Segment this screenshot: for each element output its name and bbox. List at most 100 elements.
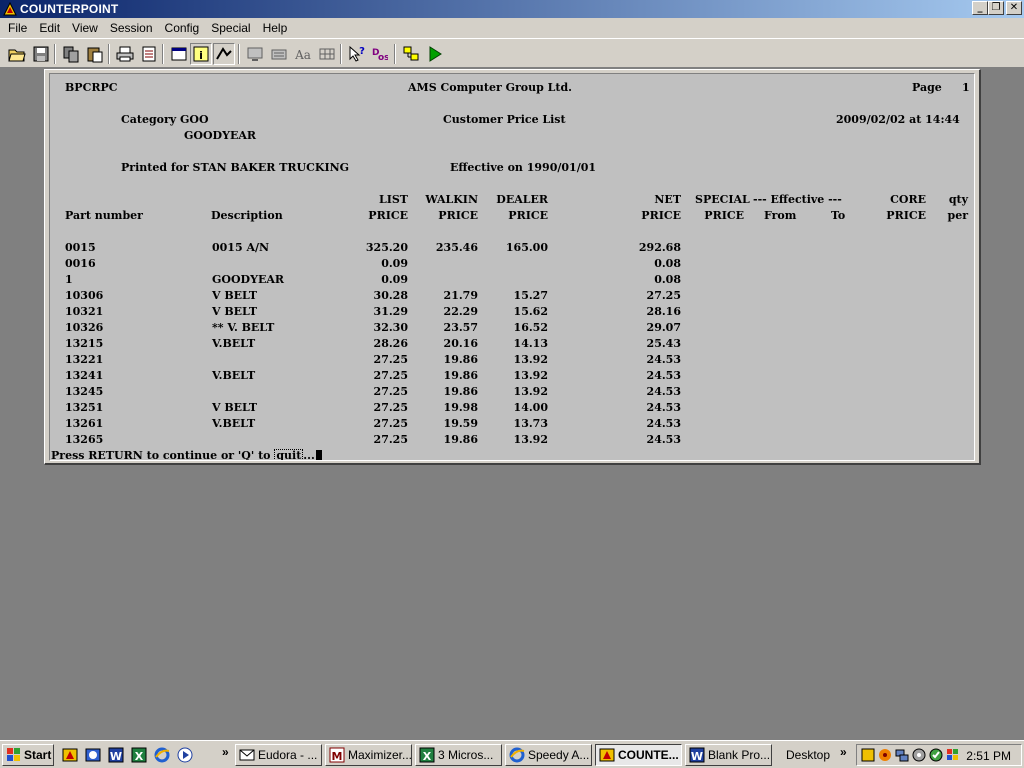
menu-edit[interactable]: Edit [33, 21, 66, 35]
font-icon[interactable]: Aa [292, 43, 314, 65]
quicklaunch-app-icon[interactable] [62, 747, 78, 763]
cell-list-price: 27.25 [373, 417, 408, 430]
print-icon[interactable] [114, 43, 136, 65]
cell-part-number: 10306 [65, 289, 104, 302]
run-icon[interactable] [424, 43, 446, 65]
info-icon[interactable]: i [190, 43, 212, 65]
cell-part-number: 10321 [65, 305, 104, 318]
tray-network-icon[interactable] [894, 747, 910, 763]
system-clock[interactable]: 2:51 PM [966, 749, 1011, 763]
minimize-button[interactable]: _ [972, 1, 988, 15]
maximizer-icon: M [329, 747, 345, 763]
cell-part-number: 13265 [65, 433, 104, 446]
cell-list-price: 32.30 [373, 321, 408, 334]
dos-icon[interactable]: Dos [368, 43, 390, 65]
cell-net-price: 25.43 [646, 337, 681, 350]
counterpoint-app-icon[interactable] [3, 2, 17, 16]
taskbar-button-label: Eudora - ... [258, 748, 318, 762]
paste-icon[interactable] [84, 43, 106, 65]
cell-dealer-price: 13.92 [513, 433, 548, 446]
cell-walkin-price: 19.86 [443, 353, 478, 366]
header-effective: --- Effective --- [753, 193, 842, 206]
menu-config[interactable]: Config [159, 21, 206, 35]
quicklaunch-overflow-icon[interactable]: » [222, 745, 229, 759]
cell-part-number: 13251 [65, 401, 104, 414]
continue-prompt: Press RETURN to continue or 'Q' to quit.… [51, 448, 322, 461]
tray-flower-icon[interactable] [877, 747, 893, 763]
terminal-screen[interactable]: BPCRPC AMS Computer Group Ltd. Page 1 Ca… [49, 73, 975, 461]
cell-part-number: 10326 [65, 321, 104, 334]
keyboard-icon[interactable] [268, 43, 290, 65]
window-icon[interactable] [168, 43, 190, 65]
restore-button[interactable]: ❐ [988, 1, 1004, 15]
menu-special[interactable]: Special [205, 21, 256, 35]
header-description: Description [211, 209, 283, 222]
macro-icon[interactable] [400, 43, 422, 65]
start-button[interactable]: Start [2, 744, 54, 766]
quicklaunch-excel-icon[interactable]: X [131, 747, 147, 763]
print-preview-icon[interactable] [138, 43, 160, 65]
taskbar-button-label: COUNTE... [618, 748, 679, 762]
cell-net-price: 0.08 [654, 273, 681, 286]
header-net-price: PRICE [641, 209, 681, 222]
title-bar: COUNTERPOINT _ ❐ ✕ [0, 0, 1024, 18]
tray-windows-icon[interactable] [945, 747, 961, 763]
report-title: Customer Price List [443, 113, 566, 126]
taskbar-button-ie[interactable]: Speedy A... [505, 744, 592, 766]
report-date-time: 2009/02/02 at 14:44 [836, 113, 960, 126]
svg-text:?: ? [359, 46, 365, 57]
taskbar-button-counterpoint[interactable]: COUNTE... [595, 744, 682, 766]
cell-net-price: 27.25 [646, 289, 681, 302]
toggle-icon[interactable] [213, 43, 235, 65]
effective-date: Effective on 1990/01/01 [450, 161, 597, 174]
header-walkin: WALKIN [425, 193, 478, 206]
terminal-window: BPCRPC AMS Computer Group Ltd. Page 1 Ca… [44, 69, 981, 465]
menu-session[interactable]: Session [104, 21, 159, 35]
menu-file[interactable]: File [2, 21, 33, 35]
close-icon: ✕ [1009, 2, 1019, 13]
excel-icon: X [419, 747, 435, 763]
quicklaunch-outlook-icon[interactable] [85, 747, 101, 763]
close-button[interactable]: ✕ [1006, 1, 1022, 15]
category-name: GOODYEAR [184, 129, 257, 142]
taskbar-button-eudora[interactable]: Eudora - ... [235, 744, 322, 766]
tray-disk-icon[interactable] [911, 747, 927, 763]
open-folder-icon[interactable] [6, 43, 28, 65]
quicklaunch-ie-icon[interactable] [154, 747, 170, 763]
help-pointer-icon[interactable]: ? [346, 43, 368, 65]
quicklaunch-word-icon[interactable]: W [108, 747, 124, 763]
taskbar-button-word[interactable]: W Blank Pro... [685, 744, 772, 766]
menu-view[interactable]: View [66, 21, 104, 35]
grid-icon[interactable] [316, 43, 338, 65]
cell-net-price: 24.53 [646, 385, 681, 398]
cell-part-number: 0015 [65, 241, 96, 254]
taskbar-button-maximizer[interactable]: M Maximizer... [325, 744, 412, 766]
cell-description: V BELT [212, 305, 258, 318]
cell-part-number: 13215 [65, 337, 104, 350]
screen-icon[interactable] [244, 43, 266, 65]
cell-dealer-price: 13.92 [513, 369, 548, 382]
prompt-text: Press RETURN to continue or 'Q' to [51, 449, 275, 461]
cell-list-price: 325.20 [365, 241, 408, 254]
cell-dealer-price: 14.00 [513, 401, 548, 414]
cell-list-price: 28.26 [373, 337, 408, 350]
quicklaunch-media-icon[interactable] [177, 747, 193, 763]
copy-icon[interactable] [60, 43, 82, 65]
menu-help[interactable]: Help [257, 21, 294, 35]
taskbar-button-excel[interactable]: X 3 Micros... [415, 744, 502, 766]
ie-icon [509, 747, 525, 763]
cell-net-price: 28.16 [646, 305, 681, 318]
tray-app-icon[interactable] [860, 747, 876, 763]
save-disk-icon[interactable] [30, 43, 52, 65]
tray-security-icon[interactable] [928, 747, 944, 763]
toolbar: i Aa ? Dos [0, 38, 1024, 68]
taskbar-button-label: 3 Micros... [438, 748, 494, 762]
text-cursor [315, 450, 322, 460]
header-dealer-price: PRICE [508, 209, 548, 222]
svg-text:X: X [135, 750, 144, 763]
desktop-overflow-icon[interactable]: » [840, 745, 847, 759]
menu-bar: File Edit View Session Config Special He… [0, 18, 1024, 38]
cell-walkin-price: 19.98 [443, 401, 478, 414]
desktop-toolbar-label[interactable]: Desktop [786, 748, 830, 762]
cell-walkin-price: 19.86 [443, 369, 478, 382]
